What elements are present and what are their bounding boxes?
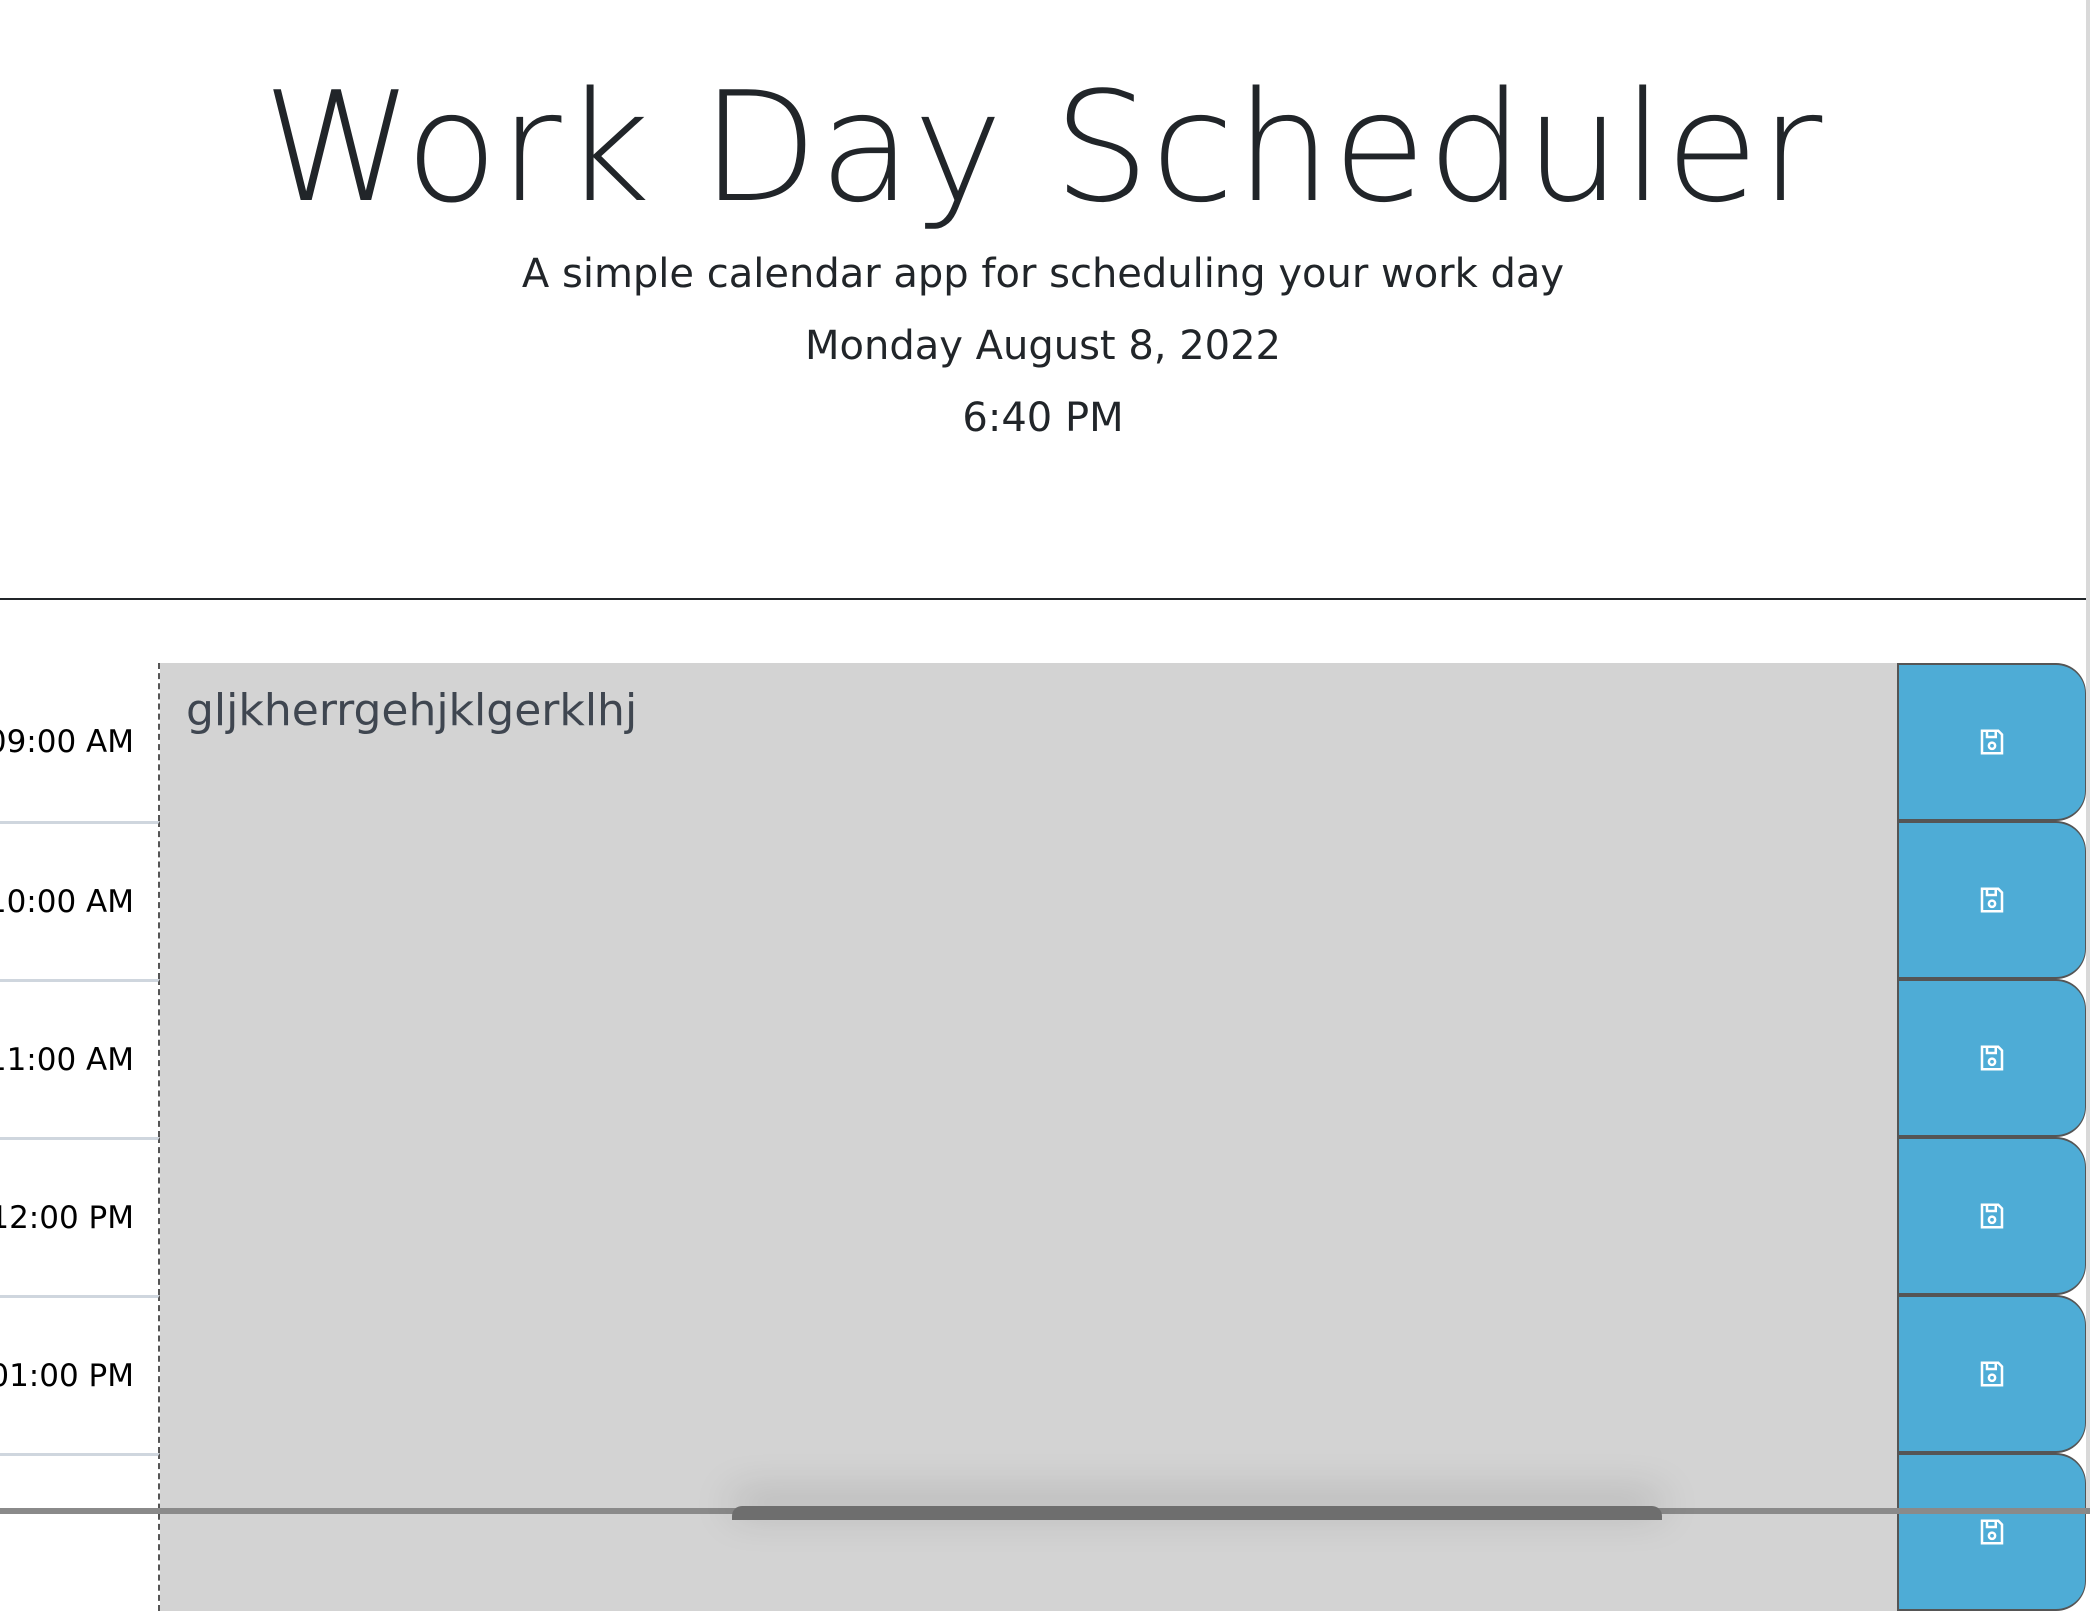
hour-label bbox=[0, 1453, 160, 1611]
time-block-row: 12:00 PM bbox=[0, 1137, 2086, 1295]
event-description-input[interactable] bbox=[160, 1453, 1897, 1611]
save-button[interactable] bbox=[1897, 1137, 2086, 1295]
save-button[interactable] bbox=[1897, 821, 2086, 979]
event-description-input[interactable] bbox=[160, 1295, 1897, 1453]
os-dock bbox=[732, 1506, 1662, 1520]
save-icon bbox=[1980, 729, 2004, 755]
time-block-row: 01:00 PM bbox=[0, 1295, 2086, 1453]
save-icon bbox=[1980, 1361, 2004, 1387]
time-block-row: 10:00 AM bbox=[0, 821, 2086, 979]
page-title: Work Day Scheduler bbox=[262, 59, 1824, 236]
save-button[interactable] bbox=[1897, 1453, 2086, 1611]
save-icon bbox=[1980, 887, 2004, 913]
hour-label: 11:00 AM bbox=[0, 979, 160, 1137]
hour-label: 10:00 AM bbox=[0, 821, 160, 979]
time-block-row: 09:00 AM gljkherrgehjklgerklhj bbox=[0, 663, 2086, 821]
save-button[interactable] bbox=[1897, 1295, 2086, 1453]
hour-label: 12:00 PM bbox=[0, 1137, 160, 1295]
save-button[interactable] bbox=[1897, 979, 2086, 1137]
save-button[interactable] bbox=[1897, 663, 2086, 821]
jumbotron-header: Work Day Scheduler A simple calendar app… bbox=[0, 0, 2086, 600]
event-description-input[interactable] bbox=[160, 1137, 1897, 1295]
time-block-row bbox=[0, 1453, 2086, 1611]
window-edge bbox=[2086, 0, 2090, 1514]
event-description-input[interactable] bbox=[160, 821, 1897, 979]
hour-label: 09:00 AM bbox=[0, 663, 160, 821]
save-icon bbox=[1980, 1045, 2004, 1071]
current-date: Monday August 8, 2022 bbox=[805, 323, 1281, 369]
hour-label: 01:00 PM bbox=[0, 1295, 160, 1453]
save-icon bbox=[1980, 1519, 2004, 1545]
current-time: 6:40 PM bbox=[962, 395, 1124, 441]
page-subtitle: A simple calendar app for scheduling you… bbox=[521, 251, 1565, 297]
time-block-row: 11:00 AM bbox=[0, 979, 2086, 1137]
save-icon bbox=[1980, 1203, 2004, 1229]
event-description-input[interactable]: gljkherrgehjklgerklhj bbox=[160, 663, 1897, 821]
time-block-list: 09:00 AM gljkherrgehjklgerklhj 10:00 AM … bbox=[0, 663, 2086, 1611]
event-description-input[interactable] bbox=[160, 979, 1897, 1137]
